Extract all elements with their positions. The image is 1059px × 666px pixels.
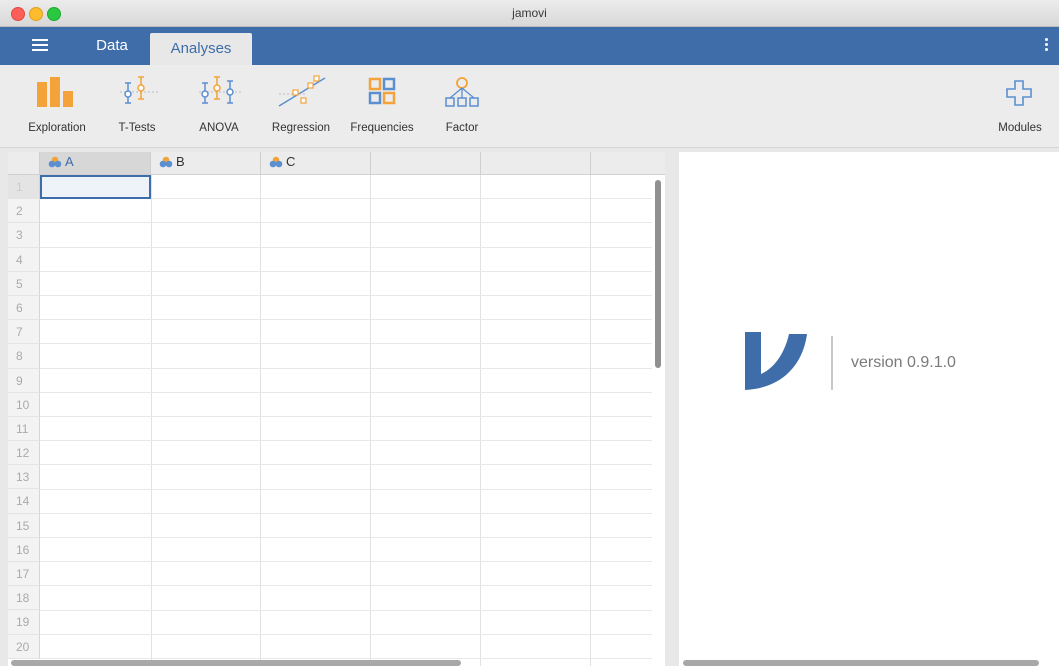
column-name-c: C bbox=[286, 154, 296, 169]
factor-label: Factor bbox=[445, 122, 479, 134]
anova-label: ANOVA bbox=[199, 122, 239, 134]
data-spreadsheet[interactable]: A B C 1 2 3 4 5 6 7 8 9 10 11 12 13 14 1… bbox=[8, 152, 665, 666]
table-row bbox=[40, 465, 652, 490]
factor-button[interactable]: Factor bbox=[432, 73, 492, 139]
horizontal-scrollbar[interactable] bbox=[11, 660, 461, 666]
row-number[interactable]: 18 bbox=[8, 586, 40, 611]
table-row bbox=[40, 441, 652, 466]
modules-label: Modules bbox=[998, 122, 1042, 134]
tab-analyses[interactable]: Analyses bbox=[150, 33, 252, 65]
column-header-b[interactable]: B bbox=[151, 152, 261, 174]
anova-icon bbox=[199, 76, 241, 104]
plus-icon bbox=[1006, 80, 1032, 106]
row-number[interactable]: 16 bbox=[8, 537, 40, 562]
app-header: Data Analyses bbox=[0, 27, 1059, 65]
table-row bbox=[40, 296, 652, 321]
panel-splitter[interactable] bbox=[665, 152, 679, 666]
results-panel: version 0.9.1.0 bbox=[679, 152, 1059, 666]
column-headers: A B C bbox=[8, 152, 665, 175]
row-number[interactable]: 2 bbox=[8, 199, 40, 224]
table-row bbox=[40, 538, 652, 563]
ttests-button[interactable]: T-Tests bbox=[104, 73, 170, 139]
row-numbers: 1 2 3 4 5 6 7 8 9 10 11 12 13 14 15 16 1… bbox=[8, 175, 40, 659]
table-row bbox=[40, 586, 652, 611]
column-header-empty[interactable] bbox=[371, 152, 481, 174]
column-header-empty[interactable] bbox=[481, 152, 591, 174]
frequencies-label: Frequencies bbox=[350, 122, 414, 134]
ttests-label: T-Tests bbox=[118, 122, 156, 134]
row-number[interactable]: 6 bbox=[8, 295, 40, 321]
column-header-empty[interactable] bbox=[591, 152, 665, 174]
window-title: jamovi bbox=[512, 6, 547, 20]
tab-data[interactable]: Data bbox=[82, 27, 142, 65]
jamovi-logo bbox=[745, 332, 807, 390]
table-row bbox=[40, 369, 652, 393]
version-text: version 0.9.1.0 bbox=[851, 354, 956, 371]
row-number[interactable]: 4 bbox=[8, 247, 40, 272]
menu-icon[interactable] bbox=[22, 27, 58, 65]
table-row bbox=[40, 611, 652, 635]
window-titlebar: jamovi bbox=[0, 0, 1059, 27]
table-row bbox=[40, 393, 652, 417]
row-number[interactable]: 19 bbox=[8, 610, 40, 635]
table-row bbox=[40, 248, 652, 272]
row-number[interactable]: 11 bbox=[8, 416, 40, 442]
ttest-icon bbox=[120, 76, 158, 104]
row-number[interactable]: 8 bbox=[8, 344, 40, 369]
row-number[interactable]: 7 bbox=[8, 320, 40, 345]
table-row bbox=[40, 344, 652, 369]
row-number[interactable]: 13 bbox=[8, 465, 40, 490]
table-row bbox=[40, 223, 652, 248]
row-number[interactable]: 14 bbox=[8, 489, 40, 514]
row-number[interactable]: 3 bbox=[8, 223, 40, 248]
more-options-icon[interactable] bbox=[1045, 38, 1049, 53]
table-row bbox=[40, 320, 652, 345]
row-number[interactable]: 20 bbox=[8, 634, 40, 659]
exploration-button[interactable]: Exploration bbox=[22, 73, 92, 139]
row-number[interactable]: 5 bbox=[8, 271, 40, 296]
regression-button[interactable]: Regression bbox=[266, 73, 336, 139]
logo-separator bbox=[831, 336, 833, 390]
row-number[interactable]: 15 bbox=[8, 513, 40, 538]
results-horizontal-scrollbar[interactable] bbox=[683, 660, 1039, 666]
modules-button[interactable]: Modules bbox=[990, 73, 1050, 139]
column-name-b: B bbox=[176, 154, 185, 169]
row-number[interactable]: 10 bbox=[8, 392, 40, 417]
row-number[interactable]: 1 bbox=[8, 175, 40, 200]
vertical-scrollbar[interactable] bbox=[655, 180, 661, 368]
cell-grid[interactable] bbox=[40, 175, 665, 666]
table-row bbox=[40, 514, 652, 538]
analyses-ribbon: Exploration T-Tests ANOVA Regression Fre… bbox=[0, 65, 1059, 148]
nominal-variable-icon bbox=[269, 156, 283, 168]
selected-cell[interactable] bbox=[40, 175, 151, 199]
frequencies-button[interactable]: Frequencies bbox=[346, 73, 418, 139]
regression-icon bbox=[278, 75, 326, 107]
corner-cell[interactable] bbox=[8, 152, 40, 174]
nominal-variable-icon bbox=[48, 156, 62, 168]
table-row bbox=[40, 272, 652, 296]
row-number[interactable]: 17 bbox=[8, 562, 40, 587]
table-row bbox=[40, 199, 652, 224]
table-row bbox=[40, 417, 652, 442]
row-number[interactable]: 9 bbox=[8, 368, 40, 393]
anova-button[interactable]: ANOVA bbox=[186, 73, 252, 139]
nominal-variable-icon bbox=[159, 156, 173, 168]
table-row bbox=[40, 562, 652, 587]
regression-label: Regression bbox=[271, 122, 331, 134]
column-name-a: A bbox=[65, 154, 74, 169]
column-header-a[interactable]: A bbox=[40, 152, 151, 174]
factor-icon bbox=[445, 77, 479, 107]
frequencies-icon bbox=[368, 77, 396, 105]
column-header-c[interactable]: C bbox=[261, 152, 371, 174]
exploration-icon bbox=[37, 77, 73, 107]
table-row bbox=[40, 635, 652, 659]
row-number[interactable]: 12 bbox=[8, 441, 40, 466]
exploration-label: Exploration bbox=[28, 122, 86, 134]
table-row bbox=[40, 490, 652, 514]
